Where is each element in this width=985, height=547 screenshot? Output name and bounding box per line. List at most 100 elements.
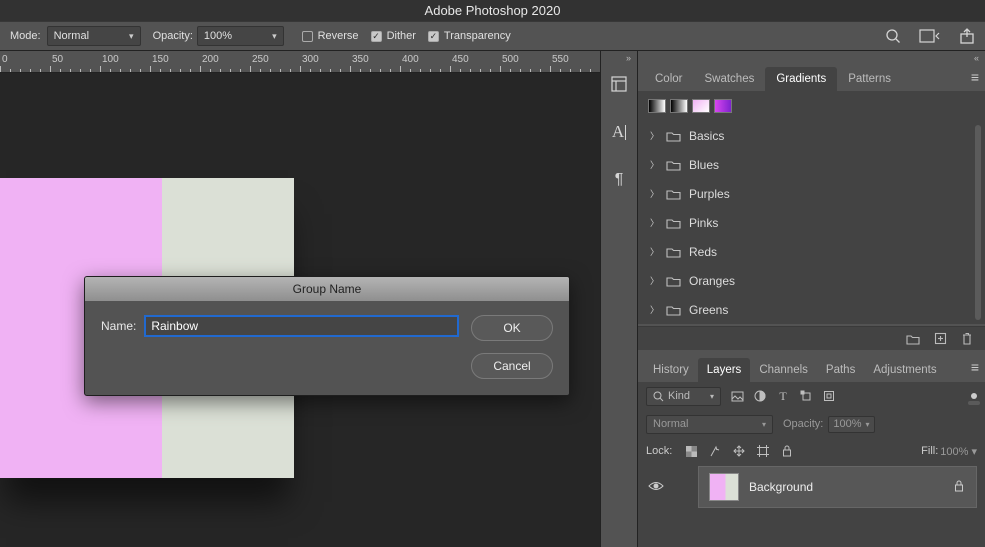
panel-menu-icon[interactable]: ≡ [971,359,979,375]
layer-visibility-icon[interactable] [646,480,666,492]
filter-shape-icon[interactable] [799,389,813,403]
gradient-swatch[interactable] [714,99,732,113]
gradient-folder[interactable]: 〉 Oranges [638,266,985,295]
new-group-icon[interactable] [906,333,920,345]
filter-pixel-icon[interactable] [730,389,744,403]
tab-color[interactable]: Color [644,67,693,91]
gradient-folder[interactable]: 〉Greens [638,295,985,324]
tab-history[interactable]: History [644,358,698,382]
folder-icon [666,130,681,142]
blend-mode-select[interactable]: Normal ▾ [646,415,773,434]
layer-lock-icon[interactable] [954,480,964,495]
filter-adjust-icon[interactable] [753,389,767,403]
layers-opacity-value: 100% [833,418,861,430]
chevron-down-icon: ▾ [762,420,766,429]
folder-label: Oranges [689,274,735,288]
lock-artboard-icon[interactable] [756,444,770,458]
chevron-right-icon: 〉 [650,187,658,200]
layers-filter-kind[interactable]: Kind ▾ [646,387,721,406]
options-bar: Mode: Normal ▾ Opacity: 100% ▾ Reverse ✓… [0,21,985,51]
screen-mode-icon[interactable] [919,29,941,43]
ok-button[interactable]: OK [471,315,553,341]
folder-icon [666,217,681,229]
tab-swatches[interactable]: Swatches [693,67,765,91]
chevron-right-icon: 〉 [650,129,658,142]
tab-adjustments[interactable]: Adjustments [864,358,945,382]
kind-label: Kind [668,390,690,402]
group-name-dialog: Group Name Name: OK Cancel [84,276,570,396]
chevron-right-icon: 〉 [650,245,658,258]
panel-menu-icon[interactable]: ≡ [971,69,979,85]
swatches-tabs: Color Swatches Gradients Patterns [638,63,985,91]
chevron-down-icon: ▾ [129,31,134,42]
layers-blend-row: Normal ▾ Opacity: 100% ▾ [638,410,985,438]
chevron-left-icon[interactable]: « [974,53,981,63]
folder-label: Basics [689,129,724,143]
gradient-folder[interactable]: 〉Blues [638,150,985,179]
layer-thumbnail[interactable] [709,473,739,501]
layers-tabs: History Layers Channels Paths Adjustment… [638,354,985,382]
chevron-right-icon: 〉 [650,158,658,171]
scrollbar[interactable] [975,125,981,320]
tab-patterns[interactable]: Patterns [837,67,902,91]
gradient-folder[interactable]: 〉Reds [638,237,985,266]
lock-all-icon[interactable] [780,444,794,458]
folder-label: Purples [689,187,730,201]
folder-icon [666,304,681,316]
transparency-checkbox[interactable]: ✓ [428,31,439,42]
tab-channels[interactable]: Channels [750,358,817,382]
trash-icon[interactable] [961,332,973,346]
mode-select[interactable]: Normal ▾ [47,26,141,46]
filter-type-icon[interactable]: T [776,389,790,403]
fill-input[interactable]: 100% ▾ [940,445,977,458]
gradient-folder[interactable]: 〉 Basics [638,121,985,150]
opacity-value: 100% [204,30,232,42]
gradient-folder[interactable]: 〉Pinks [638,208,985,237]
gradients-panel-footer [638,326,985,350]
layer-row-background[interactable]: Background [698,466,977,508]
gradient-swatch[interactable] [670,99,688,113]
chevron-down-icon: ▾ [971,446,977,458]
opacity-label: Opacity: [153,30,193,42]
name-label: Name: [101,319,136,333]
horizontal-ruler[interactable]: 050100150200250300350400450500550 [0,51,600,73]
character-panel-icon[interactable]: A [604,117,634,147]
cancel-button[interactable]: Cancel [471,353,553,379]
panels-column: « ≡ Color Swatches Gradients Patterns 〉B… [638,51,985,547]
lock-position-icon[interactable] [732,444,746,458]
tab-paths[interactable]: Paths [817,358,864,382]
gradient-presets-strip[interactable] [638,91,985,121]
reverse-checkbox[interactable] [302,31,313,42]
layer-name[interactable]: Background [749,480,813,494]
name-input[interactable] [144,315,459,337]
folder-label: Pinks [689,216,718,230]
dither-label: Dither [387,30,416,42]
dither-checkbox[interactable]: ✓ [371,31,382,42]
dialog-title: Group Name [85,277,569,301]
folder-icon [666,246,681,258]
properties-panel-icon[interactable] [604,69,634,99]
gradient-folder[interactable]: 〉 Purples [638,179,985,208]
gradient-folder-list: 〉Basics〉Blues〉Purples〉Pinks〉Reds〉Oranges… [638,121,985,324]
tab-layers[interactable]: Layers [698,358,751,382]
lock-label: Lock: [646,445,672,457]
mode-label: Mode: [10,30,41,42]
gradient-swatch[interactable] [692,99,710,113]
lock-transparent-icon[interactable] [684,444,698,458]
search-icon[interactable] [885,28,901,44]
new-item-icon[interactable] [934,332,947,345]
blend-mode-value: Normal [653,418,688,430]
paragraph-panel-icon[interactable]: ¶ [604,165,634,195]
filter-smart-icon[interactable] [822,389,836,403]
filter-toggle[interactable] [971,393,977,399]
lock-image-icon[interactable] [708,444,722,458]
tab-gradients[interactable]: Gradients [765,67,837,91]
transparency-label: Transparency [444,30,511,42]
share-icon[interactable] [959,28,975,44]
chevron-right-icon[interactable]: » [626,53,633,63]
gradient-swatch[interactable] [648,99,666,113]
opacity-select[interactable]: 100% ▾ [197,26,284,46]
chevron-down-icon: ▾ [866,420,870,429]
layers-opacity-input[interactable]: 100% ▾ [828,416,874,433]
chevron-right-icon: 〉 [650,274,658,287]
